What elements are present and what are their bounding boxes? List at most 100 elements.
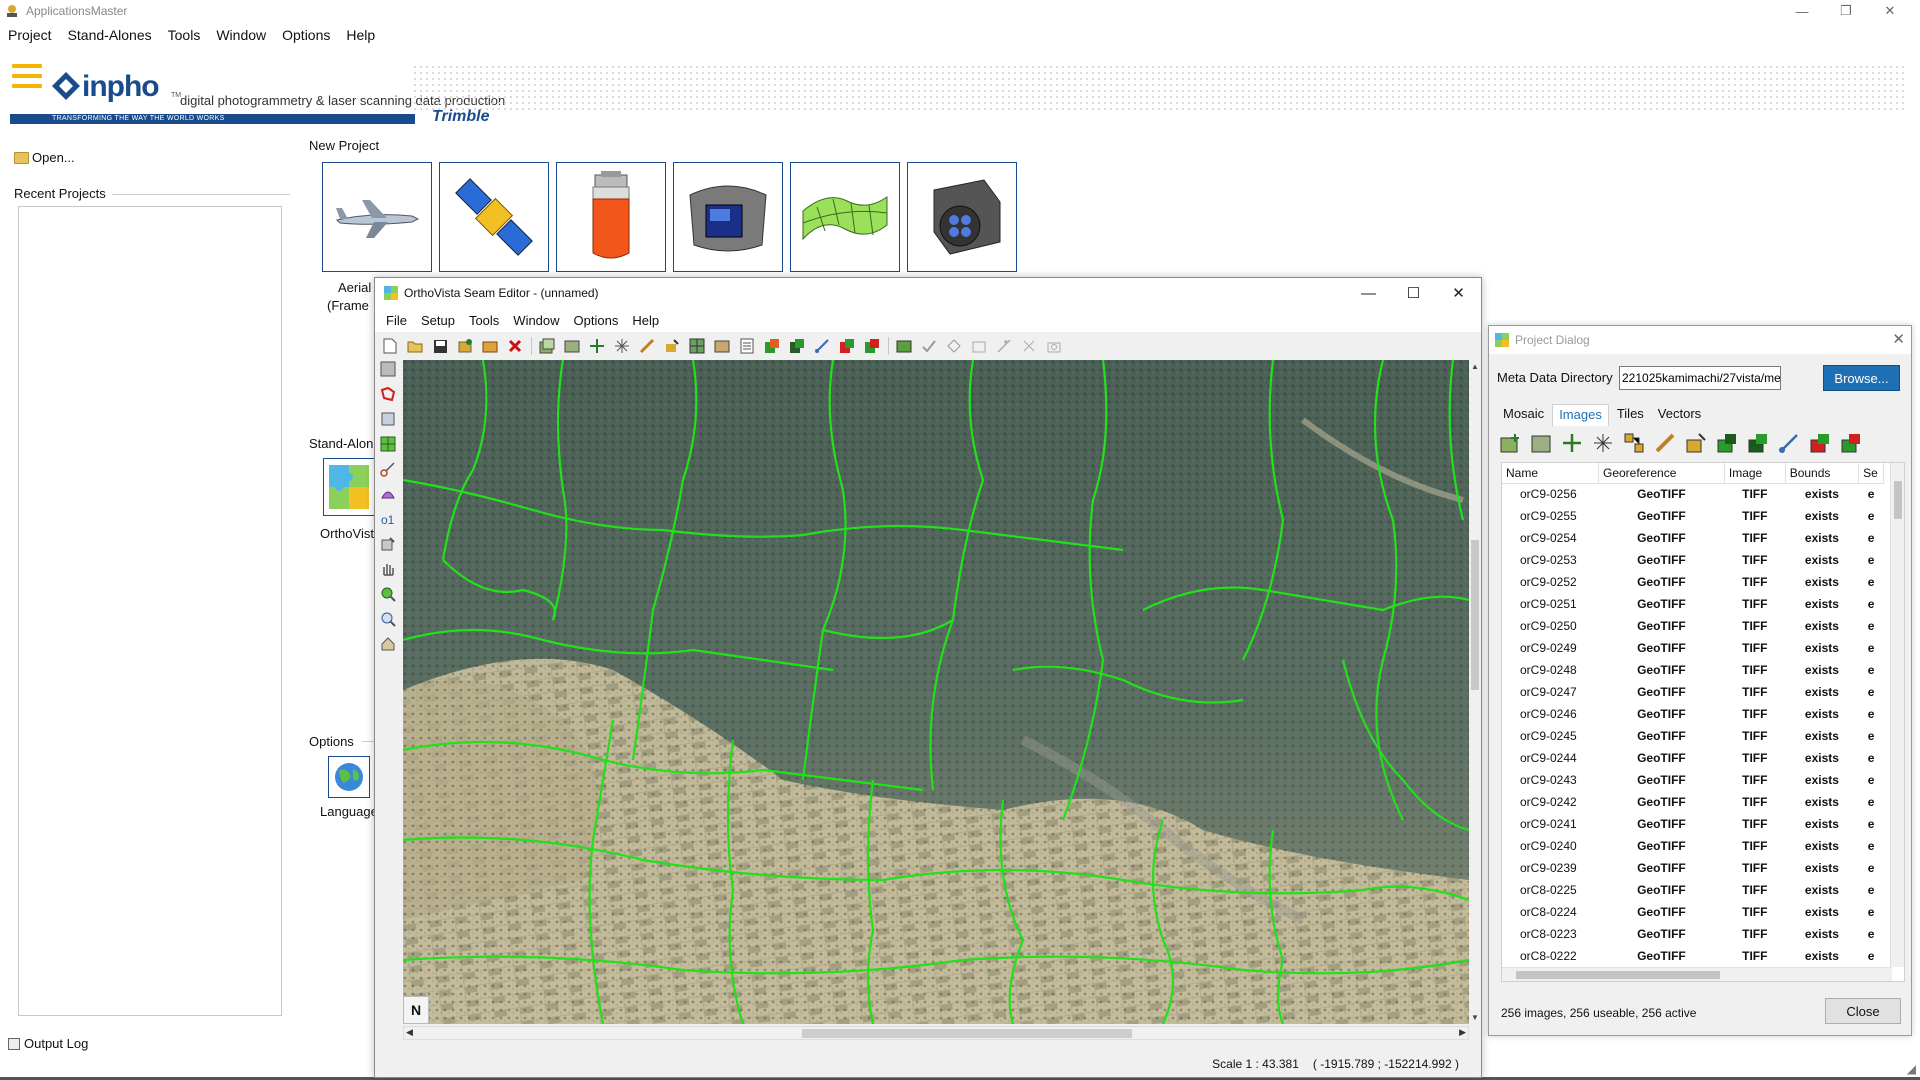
frame-tool-icon[interactable] — [379, 410, 397, 428]
mosaic-red-icon[interactable] — [1809, 432, 1831, 454]
home-view-icon[interactable] — [379, 635, 397, 653]
new-file-icon[interactable] — [381, 337, 399, 355]
table-row[interactable]: orC9-0246 GeoTIFF TIFF exists e — [1502, 703, 1884, 725]
ov-vertical-scrollbar[interactable]: ▲ ▼ — [1469, 360, 1481, 1024]
ov-minimize-button[interactable]: — — [1346, 278, 1391, 308]
add-point-icon[interactable] — [1561, 432, 1583, 454]
scroll-left-icon[interactable]: ◀ — [406, 1027, 413, 1038]
save-icon[interactable] — [431, 337, 449, 355]
sparkle-icon[interactable] — [1592, 432, 1614, 454]
terrain-project-tile[interactable] — [790, 162, 900, 272]
pin-icon[interactable] — [945, 337, 963, 355]
table-row[interactable]: orC9-0244 GeoTIFF TIFF exists e — [1502, 747, 1884, 769]
ov-menu-setup[interactable]: Setup — [414, 313, 462, 328]
wand-icon[interactable] — [995, 337, 1013, 355]
menu-tools[interactable]: Tools — [160, 27, 209, 43]
measure-icon[interactable] — [1778, 432, 1800, 454]
run-icon[interactable] — [895, 337, 913, 355]
menu-options[interactable]: Options — [274, 27, 338, 43]
tab-mosaic[interactable]: Mosaic — [1497, 404, 1550, 426]
table-hscroll-thumb[interactable] — [1516, 971, 1720, 979]
export-dark-icon[interactable] — [1747, 432, 1769, 454]
column-georeference-header[interactable]: Georeference — [1598, 463, 1725, 484]
table-row[interactable]: orC9-0249 GeoTIFF TIFF exists e — [1502, 637, 1884, 659]
satellite-project-tile[interactable] — [439, 162, 549, 272]
image-list-icon[interactable] — [1530, 432, 1552, 454]
table-row[interactable]: orC9-0255 GeoTIFF TIFF exists e — [1502, 505, 1884, 527]
table-vscroll-thumb[interactable] — [1894, 481, 1902, 519]
camera-project-tile[interactable] — [907, 162, 1017, 272]
zoom-extent-icon[interactable] — [379, 585, 397, 603]
table-row[interactable]: orC9-0253 GeoTIFF TIFF exists e — [1502, 549, 1884, 571]
column-name-header[interactable]: Name — [1502, 463, 1599, 484]
tab-tiles[interactable]: Tiles — [1611, 404, 1650, 426]
ov-vscroll-thumb[interactable] — [1471, 540, 1479, 690]
scroll-up-icon[interactable]: ▲ — [1471, 362, 1479, 371]
resize-grip-icon[interactable]: ◢ — [1907, 1062, 1916, 1076]
add-images-icon[interactable] — [538, 337, 556, 355]
table-row[interactable]: orC9-0252 GeoTIFF TIFF exists e — [1502, 571, 1884, 593]
table-row[interactable]: orC9-0250 GeoTIFF TIFF exists e — [1502, 615, 1884, 637]
ov-hscroll-thumb[interactable] — [802, 1029, 1132, 1038]
mosaic-orange-icon[interactable] — [1840, 432, 1862, 454]
green-grid-icon[interactable] — [379, 435, 397, 453]
orthovista-titlebar[interactable]: OrthoVista Seam Editor - (unnamed) — ☐ ✕ — [375, 278, 1481, 308]
ov-menu-file[interactable]: File — [379, 313, 414, 328]
brush-icon[interactable] — [638, 337, 656, 355]
grid-view-icon[interactable] — [688, 337, 706, 355]
menu-project[interactable]: Project — [0, 27, 60, 43]
tab-images[interactable]: Images — [1552, 404, 1609, 426]
table-row[interactable]: orC9-0254 GeoTIFF TIFF exists e — [1502, 527, 1884, 549]
cut-icon[interactable] — [1020, 337, 1038, 355]
menu-help[interactable]: Help — [338, 27, 383, 43]
sensor-project-tile[interactable] — [556, 162, 666, 272]
menu-stand-alones[interactable]: Stand-Alones — [60, 27, 160, 43]
scroll-down-icon[interactable]: ▼ — [1471, 1013, 1479, 1022]
export-green-icon[interactable] — [1716, 432, 1738, 454]
brush-icon[interactable] — [1654, 432, 1676, 454]
tab-vectors[interactable]: Vectors — [1652, 404, 1707, 426]
select-tool-icon[interactable] — [379, 360, 397, 378]
column-image-header[interactable]: Image — [1724, 463, 1786, 484]
images-table[interactable]: Name Georeference Image Bounds Se orC9-0… — [1501, 462, 1905, 982]
column-se-header[interactable]: Se — [1858, 463, 1884, 484]
column-bounds-header[interactable]: Bounds — [1785, 463, 1860, 484]
ov-menu-help[interactable]: Help — [625, 313, 666, 328]
meta-data-directory-input[interactable] — [1619, 366, 1781, 390]
export-dark-icon[interactable] — [788, 337, 806, 355]
dialog-close-icon[interactable]: ✕ — [1892, 330, 1905, 348]
delete-icon[interactable] — [506, 337, 524, 355]
checklist-icon[interactable] — [738, 337, 756, 355]
image-edit-icon[interactable] — [713, 337, 731, 355]
seam-edit-icon[interactable] — [1685, 432, 1707, 454]
zoom-icon[interactable] — [379, 610, 397, 628]
add-image-icon[interactable] — [1499, 432, 1521, 454]
check-icon[interactable] — [920, 337, 938, 355]
scanner-project-tile[interactable] — [673, 162, 783, 272]
hand-pan-icon[interactable] — [379, 560, 397, 578]
polygon-red-icon[interactable] — [379, 385, 397, 403]
menu-window[interactable]: Window — [208, 27, 274, 43]
close-button[interactable]: ✕ — [1868, 0, 1912, 22]
ov-menu-tools[interactable]: Tools — [462, 313, 506, 328]
mosaic-orange-icon[interactable] — [863, 337, 881, 355]
aerial-frame-project-tile[interactable] — [322, 162, 432, 272]
numbering-icon[interactable]: o1 — [379, 510, 397, 528]
ov-menu-window[interactable]: Window — [506, 313, 566, 328]
output-log-checkbox[interactable] — [8, 1037, 20, 1050]
table-row[interactable]: orC8-0223 GeoTIFF TIFF exists e — [1502, 923, 1884, 945]
scroll-right-icon[interactable]: ▶ — [1459, 1027, 1466, 1038]
language-tile[interactable] — [328, 756, 370, 798]
add-image-icon[interactable] — [456, 337, 474, 355]
export-green-icon[interactable] — [763, 337, 781, 355]
orthovista-launch-tile[interactable] — [323, 458, 375, 516]
table-row[interactable]: orC9-0248 GeoTIFF TIFF exists e — [1502, 659, 1884, 681]
ov-close-button[interactable]: ✕ — [1436, 278, 1481, 308]
measure-icon[interactable] — [813, 337, 831, 355]
recent-projects-list[interactable] — [18, 206, 282, 1016]
table-row[interactable]: orC9-0247 GeoTIFF TIFF exists e — [1502, 681, 1884, 703]
table-horizontal-scrollbar[interactable] — [1502, 967, 1892, 981]
table-row[interactable]: orC9-0242 GeoTIFF TIFF exists e — [1502, 791, 1884, 813]
image-stack-icon[interactable] — [563, 337, 581, 355]
table-row[interactable]: orC9-0241 GeoTIFF TIFF exists e — [1502, 813, 1884, 835]
